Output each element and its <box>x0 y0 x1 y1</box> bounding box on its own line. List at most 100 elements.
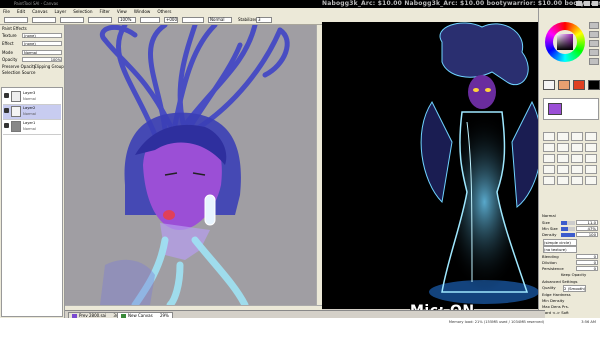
menu-edit[interactable]: Edit <box>17 8 25 16</box>
menu-selection[interactable]: Selection <box>73 8 92 16</box>
hsv-slider-toggle-icon[interactable] <box>589 40 599 47</box>
layer-name: Layer1 <box>23 121 36 125</box>
zoom-field[interactable]: 100% <box>118 17 136 23</box>
zoom-buttons[interactable] <box>140 17 160 23</box>
layer-thumbnail <box>11 121 21 132</box>
custom-brush-7-icon[interactable] <box>571 176 583 185</box>
menu-file[interactable]: File <box>3 8 10 16</box>
swatch-skin[interactable] <box>558 80 570 90</box>
opacity-slider[interactable]: 100% <box>22 57 62 62</box>
persistence-value[interactable]: 0 <box>576 266 598 271</box>
deselect-box[interactable] <box>32 17 56 23</box>
size-value[interactable]: 11.0 <box>576 220 598 225</box>
custom-brush-8-icon[interactable] <box>585 176 597 185</box>
marker-tool-icon[interactable] <box>543 143 555 152</box>
min-size-value[interactable]: 47% <box>576 226 598 231</box>
binary-tool-icon[interactable] <box>557 154 569 163</box>
menu-filter[interactable]: Filter <box>100 8 110 16</box>
texture-select[interactable]: (none) <box>22 33 62 38</box>
swatches-toggle-icon[interactable] <box>589 49 599 56</box>
sketch-artwork <box>100 25 290 305</box>
bucket-tool-icon[interactable] <box>543 154 555 163</box>
pen-tool-icon[interactable] <box>543 132 555 141</box>
swatch-black[interactable] <box>588 80 600 90</box>
custom-brush-3-icon[interactable] <box>571 165 583 174</box>
keep-opacity-checkbox[interactable]: Keep Opacity <box>561 272 586 278</box>
custom-brush-6-icon[interactable] <box>557 176 569 185</box>
clipping-group-checkbox[interactable]: Clipping Group <box>34 63 64 70</box>
drawing-canvas[interactable] <box>65 25 322 305</box>
paint-app-window: PaintTool SAI - Canvas Nabogg3k_Arc: $10… <box>0 0 600 337</box>
min-size-slider[interactable] <box>561 227 575 231</box>
density-value[interactable]: 100 <box>576 232 598 237</box>
color-wheel-toggle-icon[interactable] <box>589 22 599 29</box>
brush-shape-select[interactable]: (simple circle) <box>543 239 577 246</box>
color-panel-toggles <box>589 22 599 65</box>
quality-label: Quality <box>542 285 556 290</box>
minimize-button[interactable] <box>576 1 582 6</box>
blend-mode-select[interactable]: Normal <box>208 17 232 23</box>
visibility-eye-icon[interactable] <box>4 93 9 98</box>
status-bar: Memory load: 21% (155MB used / 1034MB re… <box>0 318 600 337</box>
saturation-value-square[interactable] <box>557 34 573 50</box>
blur-tool-icon[interactable] <box>585 154 597 163</box>
blending-value[interactable]: 0 <box>576 254 598 259</box>
airbrush-tool-icon[interactable] <box>557 132 569 141</box>
custom-brush-4-icon[interactable] <box>585 165 597 174</box>
selection-source-checkbox[interactable]: Selection Source <box>2 69 35 76</box>
system-clock: 3:56 AM <box>581 320 596 324</box>
layer-item-selected[interactable]: Layer2 Normal <box>3 105 61 120</box>
brush-texture-select[interactable]: (no texture) <box>543 246 577 253</box>
close-button[interactable] <box>592 1 598 6</box>
layer-item[interactable]: Layer1 Normal <box>3 120 61 135</box>
size-slider[interactable] <box>561 221 575 225</box>
maximize-button[interactable] <box>584 1 590 6</box>
stabilizer-select[interactable]: 3 <box>256 17 272 23</box>
menu-layer[interactable]: Layer <box>55 8 67 16</box>
paint-effects-header: Paint Effects <box>2 26 27 31</box>
donation-ticker: Nabogg3k_Arc: $10.00 Nabogg3k_Arc: $10.0… <box>322 0 600 7</box>
reference-character-illustration <box>420 22 538 304</box>
effect-label: Effect <box>2 41 14 46</box>
select-tool-icon[interactable] <box>571 143 583 152</box>
mode-select[interactable]: Normal <box>22 50 62 55</box>
dilution-value[interactable]: 0 <box>576 260 598 265</box>
invert-box[interactable] <box>60 17 84 23</box>
swatch-white[interactable] <box>543 80 555 90</box>
menu-canvas[interactable]: Canvas <box>32 8 47 16</box>
menu-others[interactable]: Others <box>157 8 171 16</box>
color-wheel[interactable] <box>545 22 585 62</box>
brush-tool-icon[interactable] <box>571 132 583 141</box>
layer-item[interactable]: Layer3 Normal <box>3 90 61 105</box>
menu-view[interactable]: View <box>117 8 127 16</box>
rotation-field[interactable]: +000 <box>164 17 178 23</box>
rgb-slider-toggle-icon[interactable] <box>589 31 599 38</box>
mode-label: Mode <box>2 50 13 55</box>
menu-bar: File Edit Canvas Layer Selection Filter … <box>0 8 600 16</box>
window-title: PaintTool SAI - Canvas <box>14 1 59 6</box>
rotation-buttons[interactable] <box>182 17 204 23</box>
density-slider[interactable] <box>561 233 575 237</box>
swatch-orange[interactable] <box>573 80 585 90</box>
color-preview-area <box>543 98 599 120</box>
density-label: Density <box>542 232 557 237</box>
visibility-eye-icon[interactable] <box>4 108 9 113</box>
custom-brush-5-icon[interactable] <box>543 176 555 185</box>
layer-panel: Paint Effects Texture (none) Effect (non… <box>0 25 65 325</box>
eraser-tool-icon[interactable] <box>557 143 569 152</box>
primary-color-swatch[interactable] <box>548 103 562 115</box>
custom-brush-2-icon[interactable] <box>557 165 569 174</box>
watercolor-tool-icon[interactable] <box>585 132 597 141</box>
menu-window[interactable]: Window <box>134 8 151 16</box>
visibility-eye-icon[interactable] <box>4 123 9 128</box>
custom-brush-1-icon[interactable] <box>543 165 555 174</box>
pencil-tool-icon[interactable] <box>571 154 583 163</box>
selection-tool-box[interactable] <box>4 17 28 23</box>
hard-soft-label: Hard <-> Soft <box>542 310 569 315</box>
effect-select[interactable]: (none) <box>22 41 62 46</box>
quality-select[interactable]: 2 (Smooth) <box>563 285 587 292</box>
show-selection-box[interactable] <box>88 17 112 23</box>
reference-image-panel <box>322 22 538 309</box>
deselect-tool-icon[interactable] <box>585 143 597 152</box>
scratchpad-toggle-icon[interactable] <box>589 58 599 65</box>
